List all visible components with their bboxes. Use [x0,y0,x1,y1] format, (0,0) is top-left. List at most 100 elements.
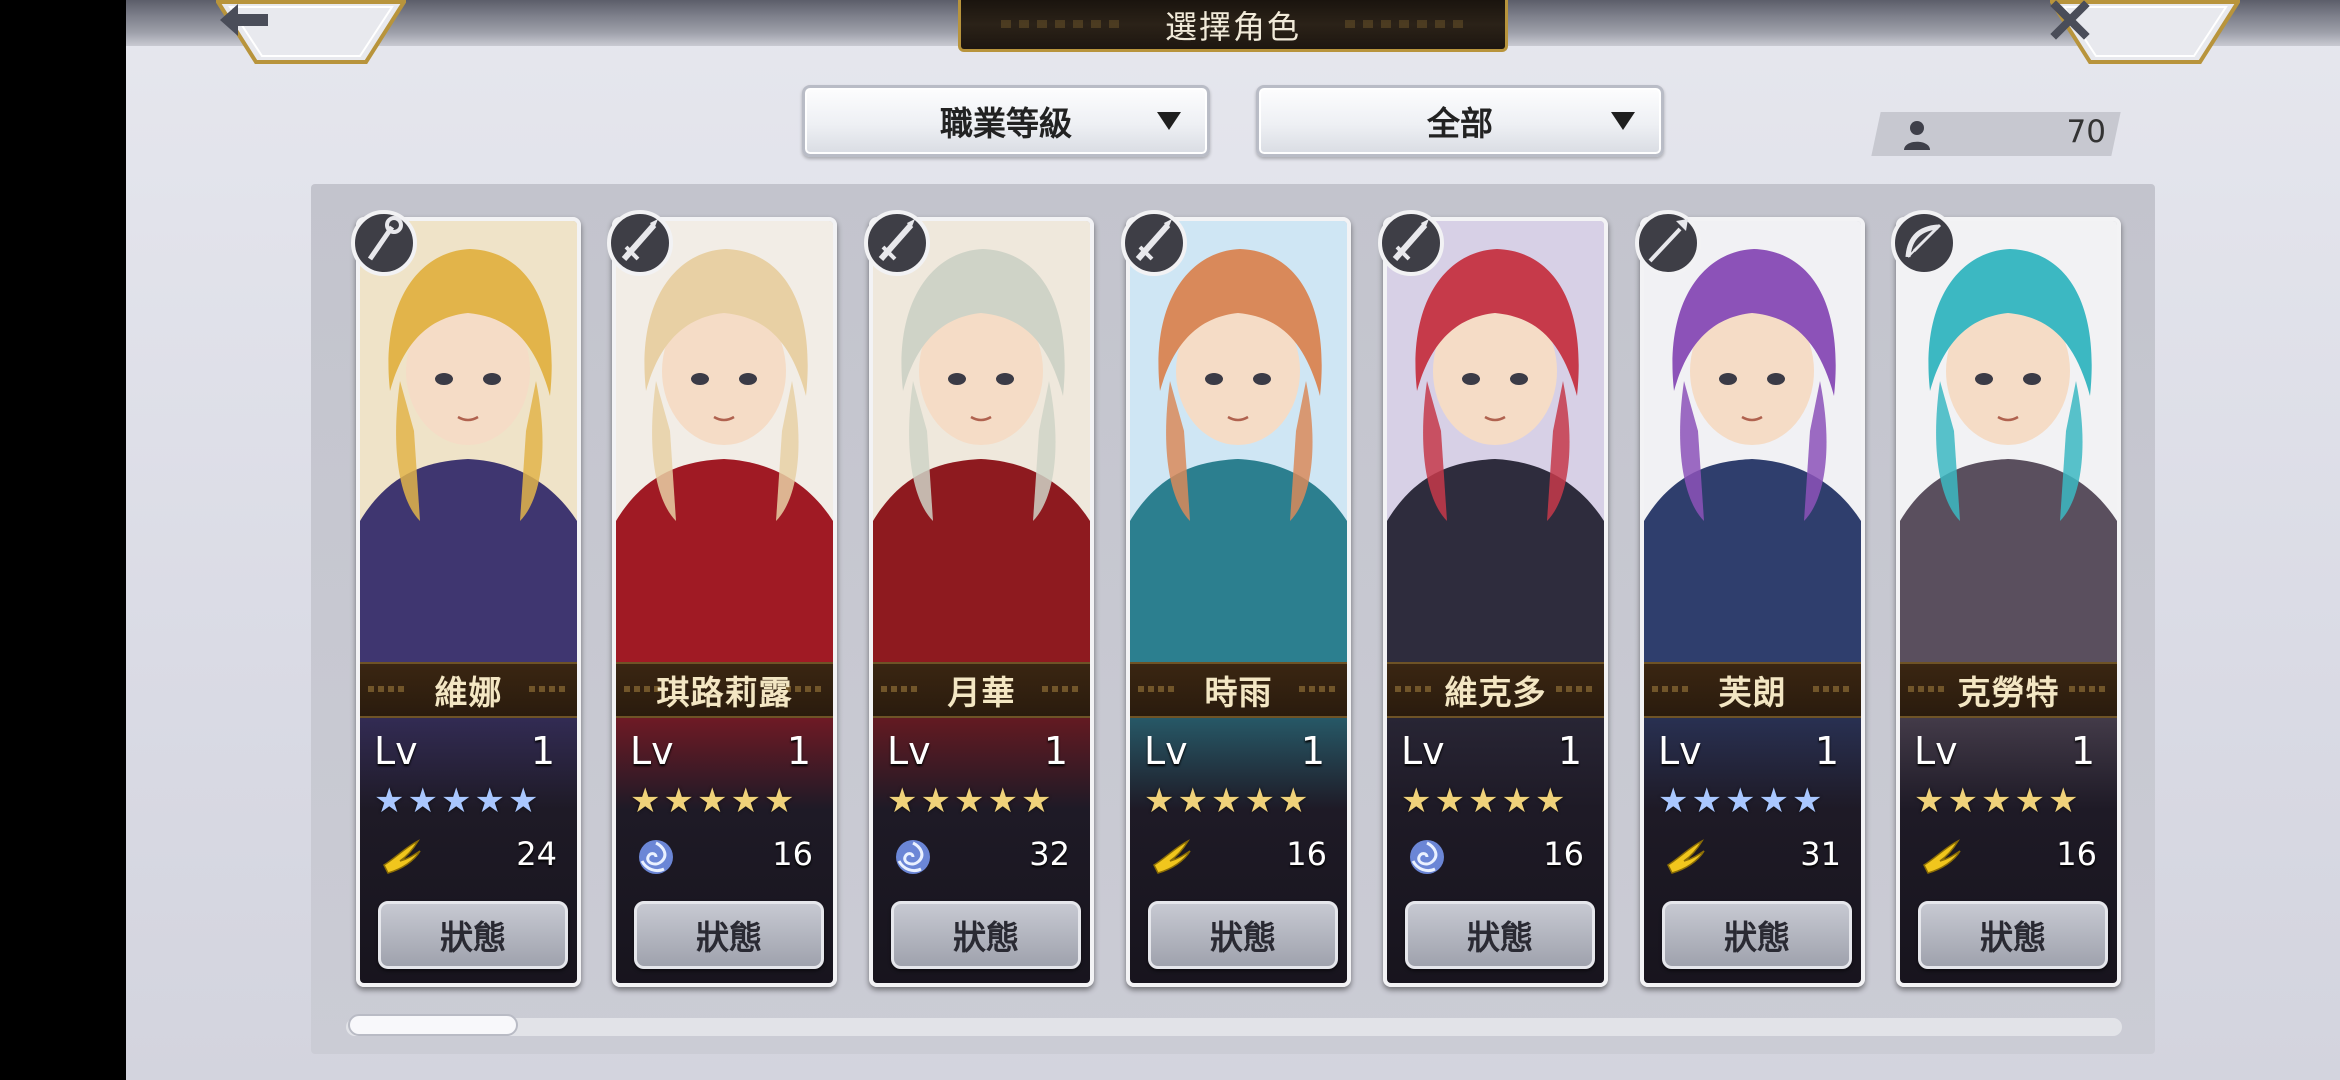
star-icon: ★ [1534,781,1566,821]
sword-icon [607,210,673,276]
level-label: Lv [1914,729,1958,773]
page-title: 選擇角色 [1164,7,1301,46]
character-card[interactable]: 維克多 Lv 1 ★ ★ ★ ★ ★ 16 狀態 [1378,210,1608,987]
star-icon: ★ [630,781,661,821]
level-value: 1 [786,729,811,773]
level-value: 1 [2070,729,2095,773]
level-label: Lv [630,729,674,773]
character-card[interactable]: 琪路莉露 Lv 1 ★ ★ ★ ★ ★ 16 狀態 [607,210,837,987]
level-label: Lv [1401,729,1445,773]
character-card[interactable]: 月華 Lv 1 ★ ★ ★ ★ ★ 32 狀態 [864,210,1094,987]
star-icon: ★ [440,781,472,821]
character-name: 克勞特 [1957,673,2060,712]
star-icon: ★ [953,781,985,821]
level-label: Lv [374,729,418,773]
star-icon: ★ [1980,781,2012,821]
status-button[interactable]: 狀態 [1662,901,1852,969]
close-x-icon [2050,0,2240,60]
job-level-label: 職業等級 [940,104,1072,143]
level-value: 1 [1557,729,1582,773]
star-icon: ★ [1277,781,1309,821]
nameplate-ornament [1813,686,1853,692]
level-value: 1 [530,729,555,773]
character-card-frame: 克勞特 Lv 1 ★ ★ ★ ★ ★ 16 狀態 [1896,217,2121,987]
character-nameplate: 琪路莉露 [616,662,833,718]
character-count-value: 31 [1800,835,1841,873]
status-button-label: 狀態 [953,918,1019,957]
status-button-label: 狀態 [1724,918,1790,957]
nameplate-ornament [2069,686,2109,692]
character-card[interactable]: 芙朗 Lv 1 ★ ★ ★ ★ ★ 31 狀態 [1635,210,1865,987]
nameplate-ornament [368,686,408,692]
character-name: 月華 [947,673,1016,712]
star-icon: ★ [474,781,505,821]
scrollbar-track[interactable] [346,1018,2122,1036]
status-button[interactable]: 狀態 [1148,901,1338,969]
star-icon: ★ [920,781,951,821]
status-button[interactable]: 狀態 [634,901,824,969]
water-element-icon [1410,840,1444,874]
status-button-label: 狀態 [1467,918,1533,957]
star-icon: ★ [1724,781,1756,821]
star-icon: ★ [1434,781,1465,821]
star-icon: ★ [1020,781,1052,821]
status-button[interactable]: 狀態 [378,901,568,969]
star-rating: ★ ★ ★ ★ ★ [1144,781,1344,821]
status-button-label: 狀態 [440,918,506,957]
star-rating: ★ ★ ★ ★ ★ [887,781,1087,821]
filter-all-label: 全部 [1427,104,1493,143]
character-portrait [1387,221,1604,661]
character-portrait [1130,221,1347,661]
nameplate-ornament [1908,686,1948,692]
person-icon [1904,121,1930,150]
star-icon: ★ [730,781,761,821]
filter-all-dropdown[interactable]: 全部 [1256,85,1664,157]
level-label: Lv [1658,729,1702,773]
bow-icon [1891,210,1957,276]
title-ornament-right [1345,20,1465,28]
star-icon: ★ [407,781,438,821]
character-card[interactable]: 維娜 Lv 1 ★ ★ ★ ★ ★ 24 狀態 [351,210,581,987]
level-value: 1 [1300,729,1325,773]
character-card[interactable]: 克勞特 Lv 1 ★ ★ ★ ★ ★ 16 狀態 [1891,210,2121,987]
character-card-frame: 時雨 Lv 1 ★ ★ ★ ★ ★ 16 狀態 [1126,217,1351,987]
character-nameplate: 維娜 [360,662,577,718]
character-name: 維克多 [1444,673,1547,712]
scrollbar-thumb[interactable] [348,1014,518,1036]
character-nameplate: 克勞特 [1900,662,2117,718]
spear-icon [1635,210,1701,276]
character-card[interactable]: 時雨 Lv 1 ★ ★ ★ ★ ★ 16 狀態 [1121,210,1351,987]
character-count-value: 16 [2056,835,2097,873]
star-rating: ★ ★ ★ ★ ★ [374,781,574,821]
close-button[interactable] [2050,0,2240,66]
character-name: 琪路莉露 [656,673,793,712]
character-portrait [360,221,577,661]
star-icon: ★ [663,781,694,821]
back-button[interactable] [216,0,406,66]
job-level-dropdown[interactable]: 職業等級 [802,85,1210,157]
status-button[interactable]: 狀態 [1918,901,2108,969]
wind-element-icon [1153,839,1191,874]
star-icon: ★ [2047,781,2079,821]
star-icon: ★ [1914,781,1945,821]
star-icon: ★ [1501,781,1532,821]
star-icon: ★ [1467,781,1499,821]
status-button-label: 狀態 [1980,918,2046,957]
character-count: 70 [2066,114,2106,150]
star-icon: ★ [763,781,795,821]
level-label: Lv [887,729,931,773]
sword-icon [1378,210,1444,276]
staff-icon [351,210,417,276]
character-count-value: 16 [1543,835,1584,873]
status-button-label: 狀態 [1210,918,1276,957]
level-value: 1 [1043,729,1068,773]
nameplate-ornament [881,686,921,692]
star-rating: ★ ★ ★ ★ ★ [1658,781,1858,821]
sword-icon [1121,210,1187,276]
character-nameplate: 時雨 [1130,662,1347,718]
character-card-frame: 維娜 Lv 1 ★ ★ ★ ★ ★ 24 狀態 [356,217,581,987]
screen: 選擇角色 職業等級 全部 70 維娜 Lv 1 ★ ★ ★ ★ ★ 24 狀態 琪路莉露 Lv 1 ★ ★ ★… [126,0,2340,1080]
status-button[interactable]: 狀態 [1405,901,1595,969]
status-button[interactable]: 狀態 [891,901,1081,969]
nameplate-ornament [1556,686,1596,692]
